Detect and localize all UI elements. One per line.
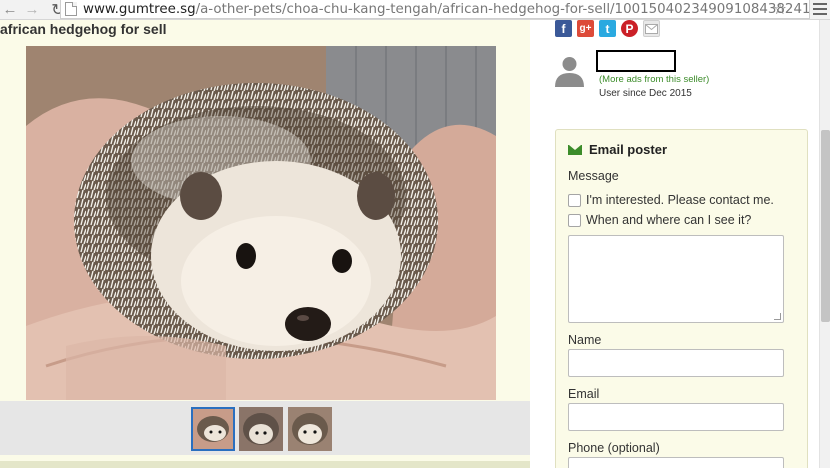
thumbnail-3[interactable] xyxy=(288,407,332,451)
browser-toolbar: ← → ↻ www.gumtree.sg/a-other-pets/choa-c… xyxy=(0,0,830,20)
name-input[interactable] xyxy=(568,349,784,377)
more-ads-link[interactable]: (More ads from this seller) xyxy=(599,74,709,85)
phone-label: Phone (optional) xyxy=(568,441,660,455)
hamburger-menu-icon[interactable] xyxy=(813,1,827,17)
thumbnail-2[interactable] xyxy=(239,407,283,451)
page-content: african hedgehog for sell f g+ t P (More… xyxy=(0,20,830,468)
share-icons: f g+ t P xyxy=(555,20,660,37)
google-plus-icon[interactable]: g+ xyxy=(577,20,594,37)
option-when-where[interactable]: When and where can I see it? xyxy=(568,213,751,227)
option-interested-label: I'm interested. Please contact me. xyxy=(586,193,774,207)
facebook-icon[interactable]: f xyxy=(555,20,572,37)
hedgehog-photo xyxy=(26,46,496,400)
envelope-glyph xyxy=(645,23,658,34)
email-label: Email xyxy=(568,387,600,401)
main-photo[interactable] xyxy=(26,46,496,400)
checkbox-when-where[interactable] xyxy=(568,213,581,227)
thumbnail-1[interactable] xyxy=(191,407,235,451)
listing-title: african hedgehog for sell xyxy=(0,21,167,37)
email-poster-panel: Email poster Message I'm interested. Ple… xyxy=(555,129,808,468)
page-icon xyxy=(65,2,77,16)
twitter-icon[interactable]: t xyxy=(599,20,616,37)
avatar-icon xyxy=(555,57,584,87)
panel-header: Email poster xyxy=(568,142,667,157)
panel-title: Email poster xyxy=(589,142,668,157)
listing-column: african hedgehog for sell xyxy=(0,20,530,468)
option-interested[interactable]: I'm interested. Please contact me. xyxy=(568,193,774,207)
phone-input[interactable] xyxy=(568,457,784,468)
message-textarea[interactable] xyxy=(568,235,784,323)
thumbnail-1-image xyxy=(193,409,233,449)
thumbnail-2-image xyxy=(239,407,283,451)
email-input[interactable] xyxy=(568,403,784,431)
scrollbar-thumb[interactable] xyxy=(821,130,830,322)
seller-name-redacted xyxy=(596,50,676,72)
bookmark-star-icon[interactable]: ☆ xyxy=(773,0,787,18)
url-host: www.gumtree.sg xyxy=(83,1,196,17)
thumbnail-strip xyxy=(0,401,530,455)
name-label: Name xyxy=(568,333,602,347)
resize-grip-icon[interactable] xyxy=(774,313,781,320)
member-since: User since Dec 2015 xyxy=(599,88,692,99)
option-when-where-label: When and where can I see it? xyxy=(586,213,752,227)
back-arrow-icon[interactable]: ← xyxy=(0,0,20,20)
checkbox-interested[interactable] xyxy=(568,193,581,207)
url-path: /a-other-pets/choa-chu-kang-tengah/afric… xyxy=(195,1,810,17)
pinterest-icon[interactable]: P xyxy=(621,20,638,37)
page-scrollbar[interactable] xyxy=(819,20,830,468)
forward-arrow-icon[interactable]: → xyxy=(22,0,42,20)
address-bar[interactable]: www.gumtree.sg/a-other-pets/choa-chu-kan… xyxy=(60,0,810,19)
thumbnail-3-image xyxy=(288,407,332,451)
envelope-icon xyxy=(568,144,582,155)
content-divider xyxy=(0,461,530,468)
message-label: Message xyxy=(568,169,619,183)
email-share-icon[interactable] xyxy=(643,20,660,37)
